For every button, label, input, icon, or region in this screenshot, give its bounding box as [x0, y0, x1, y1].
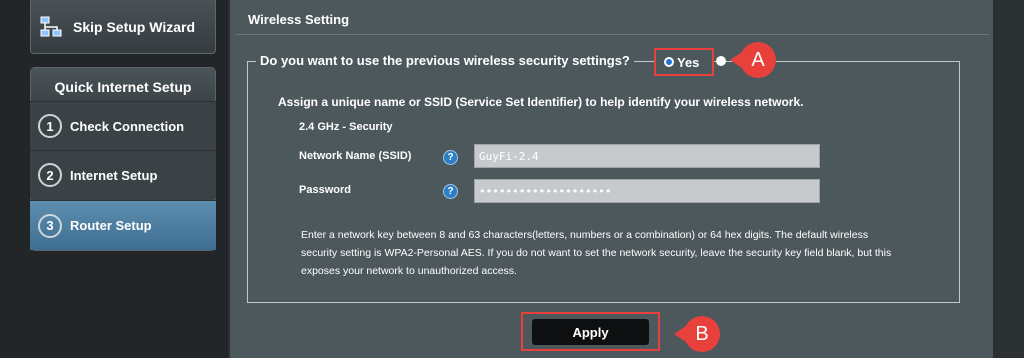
step-label: Check Connection [70, 118, 185, 134]
network-icon [40, 16, 62, 36]
apply-button[interactable]: Apply [532, 319, 649, 345]
apply-highlight-box: Apply [521, 312, 660, 351]
ssid-label: Network Name (SSID) [299, 150, 412, 162]
ssid-input[interactable] [474, 144, 820, 168]
yes-radio-option[interactable]: Yes [654, 48, 714, 76]
skip-wizard-label: Skip Setup Wizard [73, 18, 196, 35]
step-number: 3 [38, 213, 62, 238]
help-icon[interactable]: ? [443, 184, 458, 199]
security-info-text: Enter a network key between 8 and 63 cha… [301, 229, 892, 277]
step-label: Router Setup [70, 218, 152, 233]
step-router-setup[interactable]: 3 Router Setup [30, 200, 216, 250]
step-number: 2 [38, 163, 62, 187]
no-radio-button[interactable] [716, 56, 726, 66]
callout-b: B [684, 316, 720, 352]
yes-label: Yes [677, 54, 700, 70]
step-internet-setup[interactable]: 2 Internet Setup [30, 150, 216, 199]
left-sidebar: Skip Setup Wizard Quick Internet Setup 1… [0, 0, 228, 358]
step-check-connection[interactable]: 1 Check Connection [30, 101, 216, 150]
help-icon[interactable]: ? [443, 150, 458, 165]
title-divider [236, 34, 989, 35]
page-title: Wireless Setting [248, 12, 350, 27]
password-input[interactable] [474, 179, 820, 203]
password-label: Password [299, 184, 351, 196]
main-panel: Wireless Setting Do you want to use the … [230, 0, 993, 358]
qis-title: Quick Internet Setup [31, 68, 215, 102]
ssid-instructions: Assign a unique name or SSID (Service Se… [278, 95, 804, 109]
callout-a: A [740, 42, 776, 78]
previous-settings-question: Do you want to use the previous wireless… [256, 53, 634, 68]
yes-radio-button[interactable] [664, 57, 674, 67]
band-security-title: 2.4 GHz - Security [299, 121, 393, 133]
step-label: Internet Setup [70, 167, 158, 183]
step-number: 1 [38, 114, 62, 138]
skip-setup-wizard-button[interactable]: Skip Setup Wizard [30, 0, 216, 54]
